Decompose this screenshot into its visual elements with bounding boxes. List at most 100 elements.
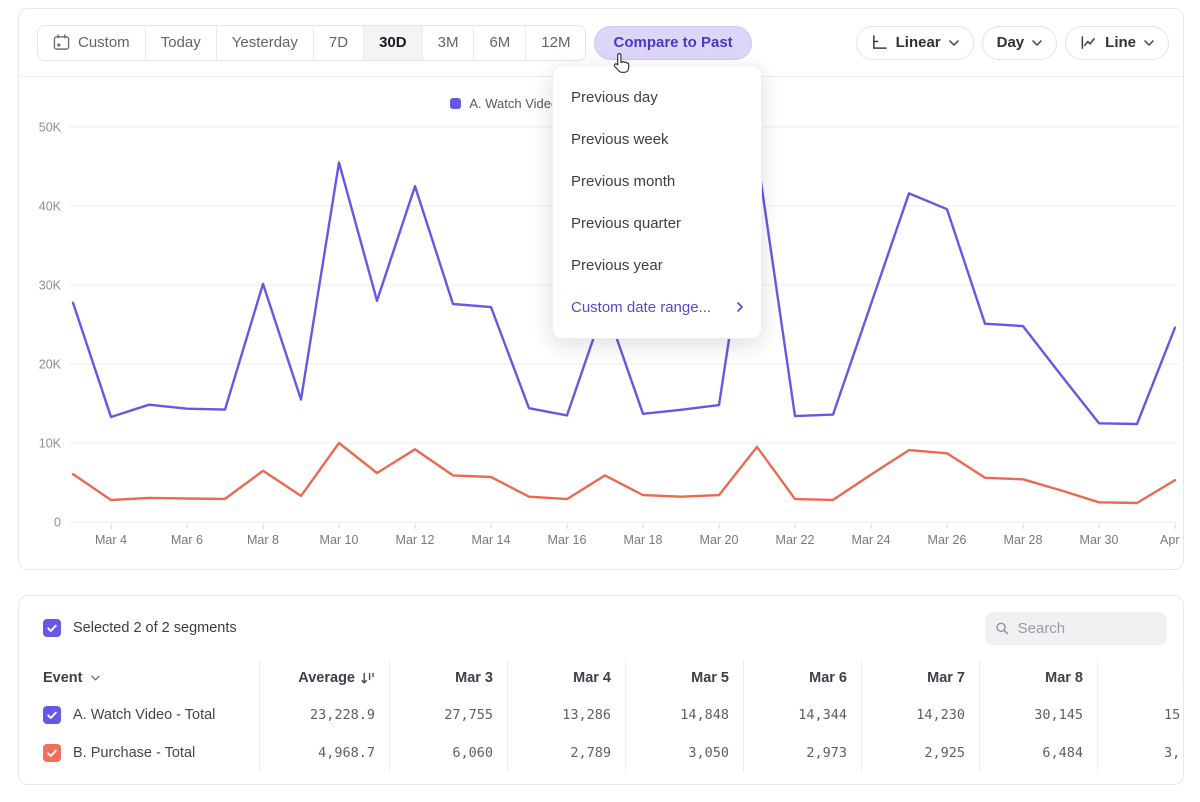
line-chart-icon xyxy=(1080,34,1097,51)
select-all-checkbox[interactable] xyxy=(43,619,61,637)
menu-item-custom-date-range[interactable]: Custom date range... xyxy=(553,286,761,328)
y-axis-label: 50K xyxy=(39,121,62,135)
compare-to-past-button[interactable]: Compare to Past xyxy=(594,26,751,60)
range-label: Today xyxy=(161,34,201,51)
y-axis-label: 40K xyxy=(39,200,62,214)
range-label: 3M xyxy=(438,34,459,51)
search-box xyxy=(985,612,1167,645)
value-cell: 2,789 xyxy=(507,734,625,772)
range-button-3m[interactable]: 3M xyxy=(422,26,474,60)
search-input[interactable] xyxy=(1018,620,1157,637)
x-axis-label: Mar 30 xyxy=(1080,533,1119,547)
range-label: 12M xyxy=(541,34,570,51)
row-label-cell: B. Purchase - Total xyxy=(19,734,259,772)
value-cell: 14,344 xyxy=(743,696,861,734)
range-button-30d[interactable]: 30D xyxy=(363,26,422,60)
compare-menu-items: Previous dayPrevious weekPrevious monthP… xyxy=(553,76,761,286)
table-header-row: EventAverageMar 3Mar 4Mar 5Mar 6Mar 7Mar… xyxy=(19,660,1183,696)
value-cell: 14,230 xyxy=(861,696,979,734)
selected-count-label: Selected 2 of 2 segments xyxy=(73,620,237,636)
value-cell: 23,228.9 xyxy=(259,696,389,734)
menu-item-previous-week[interactable]: Previous week xyxy=(553,118,761,160)
check-icon xyxy=(46,622,58,634)
range-button-custom[interactable]: Custom xyxy=(38,26,145,60)
check-icon xyxy=(46,709,58,721)
column-header-mar-8: Mar 8 xyxy=(979,660,1097,696)
range-button-12m[interactable]: 12M xyxy=(525,26,585,60)
range-button-6m[interactable]: 6M xyxy=(473,26,525,60)
x-axis-label: Apr 1 xyxy=(1160,533,1183,547)
range-button-yesterday[interactable]: Yesterday xyxy=(216,26,313,60)
x-axis-label: Mar 8 xyxy=(247,533,279,547)
linear-axis-icon xyxy=(871,34,888,51)
scale-dropdown-button[interactable]: Linear xyxy=(856,26,974,60)
x-axis-label: Mar 16 xyxy=(548,533,587,547)
row-label: B. Purchase - Total xyxy=(73,745,195,761)
column-header-mar-6: Mar 6 xyxy=(743,660,861,696)
column-header-mar-3: Mar 3 xyxy=(389,660,507,696)
chevron-down-icon xyxy=(1144,40,1154,46)
value-cell: 14,848 xyxy=(625,696,743,734)
range-label: Custom xyxy=(78,34,130,51)
check-icon xyxy=(46,747,58,759)
menu-item-previous-year[interactable]: Previous year xyxy=(553,244,761,286)
y-axis-label: 20K xyxy=(39,358,62,372)
x-axis-label: Mar 22 xyxy=(776,533,815,547)
range-button-7d[interactable]: 7D xyxy=(313,26,363,60)
menu-item-previous-quarter[interactable]: Previous quarter xyxy=(553,202,761,244)
analytics-dashboard: Custom Today Yesterday 7D 30D 3M 6M 12M Compare… xyxy=(0,0,1200,802)
x-axis-label: Mar 26 xyxy=(928,533,967,547)
range-button-today[interactable]: Today xyxy=(145,26,216,60)
x-axis-label: Mar 24 xyxy=(852,533,891,547)
value-cell: 3, xyxy=(1097,734,1184,772)
segments-table-panel: Selected 2 of 2 segments EventAverageMar… xyxy=(18,595,1184,785)
table-row-b-purchase-total[interactable]: B. Purchase - Total 4,968.76,0602,7893,05… xyxy=(19,734,1183,772)
y-axis-label: 10K xyxy=(39,437,62,451)
date-range-segmented-control: Custom Today Yesterday 7D 30D 3M 6M 12M xyxy=(37,25,586,61)
custom-date-range-label: Custom date range... xyxy=(571,299,711,316)
search-icon xyxy=(995,620,1010,637)
x-axis-label: Mar 12 xyxy=(396,533,435,547)
chart-type-label: Line xyxy=(1105,34,1136,51)
value-cell: 6,060 xyxy=(389,734,507,772)
value-cell: 4,968.7 xyxy=(259,734,389,772)
range-label: 30D xyxy=(379,34,407,51)
range-label: 7D xyxy=(329,34,348,51)
compare-to-past-menu: Previous dayPrevious weekPrevious monthP… xyxy=(552,65,762,339)
row-checkbox[interactable] xyxy=(43,744,61,762)
segments-header-bar: Selected 2 of 2 segments xyxy=(19,596,1183,660)
menu-item-previous-day[interactable]: Previous day xyxy=(553,76,761,118)
x-axis-label: Mar 18 xyxy=(624,533,663,547)
value-cell: 13,286 xyxy=(507,696,625,734)
range-label: Yesterday xyxy=(232,34,298,51)
y-axis-label: 0 xyxy=(54,516,61,530)
chart-type-dropdown-button[interactable]: Line xyxy=(1065,26,1169,60)
compare-to-past-label: Compare to Past xyxy=(613,34,732,51)
x-axis-label: Mar 6 xyxy=(171,533,203,547)
x-axis-label: Mar 10 xyxy=(320,533,359,547)
series-line-b-purchase-total xyxy=(73,443,1175,503)
value-cell: 3,050 xyxy=(625,734,743,772)
x-axis-label: Mar 14 xyxy=(472,533,511,547)
value-cell: 6,484 xyxy=(979,734,1097,772)
y-axis-label: 30K xyxy=(39,279,62,293)
column-header-average[interactable]: Average xyxy=(259,660,389,696)
interval-dropdown-button[interactable]: Day xyxy=(982,26,1058,60)
chevron-right-icon xyxy=(737,302,743,312)
column-header-mar-4: Mar 4 xyxy=(507,660,625,696)
interval-label: Day xyxy=(997,34,1025,51)
value-cell: 30,145 xyxy=(979,696,1097,734)
range-label: 6M xyxy=(489,34,510,51)
column-header-m: M xyxy=(1097,660,1184,696)
row-label-cell: A. Watch Video - Total xyxy=(19,696,259,734)
row-checkbox[interactable] xyxy=(43,706,61,724)
value-cell: 2,973 xyxy=(743,734,861,772)
x-axis-label: Mar 28 xyxy=(1004,533,1043,547)
chevron-down-icon xyxy=(91,675,100,681)
table-row-a-watch-video-total[interactable]: A. Watch Video - Total23,228.927,75513,2… xyxy=(19,696,1183,734)
calendar-icon xyxy=(53,34,70,51)
menu-item-previous-month[interactable]: Previous month xyxy=(553,160,761,202)
column-header-event[interactable]: Event xyxy=(19,660,259,696)
row-label: A. Watch Video - Total xyxy=(73,707,215,723)
value-cell: 2,925 xyxy=(861,734,979,772)
